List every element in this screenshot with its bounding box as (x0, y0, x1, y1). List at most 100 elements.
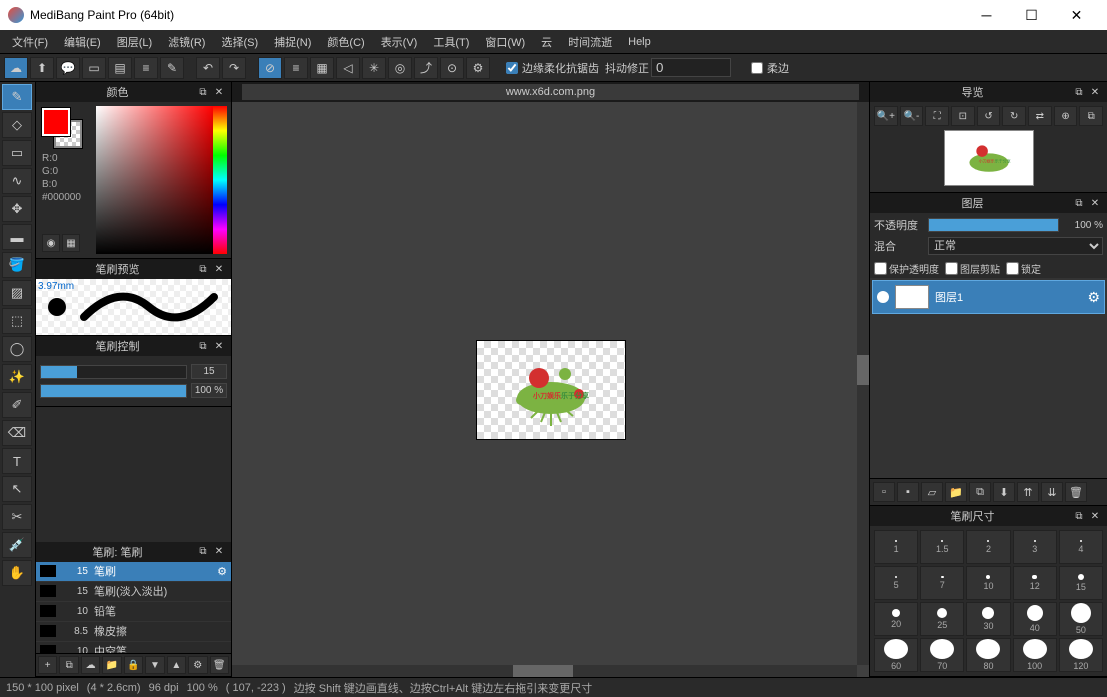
document-tab[interactable]: www.x6d.com.png (242, 84, 859, 100)
menu-cloud[interactable]: 云 (533, 31, 560, 53)
select-pen-tool[interactable]: ✐ (2, 392, 32, 418)
upload-button[interactable]: ⬆ (30, 57, 54, 79)
brush-size-cell[interactable]: 5 (874, 566, 918, 600)
lock-checkbox[interactable]: 锁定 (1006, 261, 1041, 276)
new-layer-button[interactable]: ▫ (873, 482, 895, 502)
brush-size-cell[interactable]: 100 (1013, 638, 1057, 672)
edit-tool-button[interactable]: ✎ (160, 57, 184, 79)
antialias-checkbox[interactable]: 边缘柔化抗锯齿 (506, 60, 599, 76)
new-8bit-layer-button[interactable]: ▱ (921, 482, 943, 502)
brush-add-button[interactable]: + (38, 656, 57, 674)
panel-popout-icon[interactable]: ⧉ (195, 544, 211, 560)
zoom-out-button[interactable]: 🔍- (900, 106, 924, 126)
comment-button[interactable]: 💬 (56, 57, 80, 79)
menu-timelapse[interactable]: 时间流逝 (560, 31, 620, 53)
minimize-button[interactable]: ─ (964, 0, 1009, 30)
brush-size-cell[interactable]: 80 (966, 638, 1010, 672)
cloud-button[interactable]: ☁ (4, 57, 28, 79)
redo-button[interactable]: ↷ (222, 57, 246, 79)
brush-size-cell[interactable]: 50 (1059, 602, 1103, 636)
brush-size-cell[interactable]: 120 (1059, 638, 1103, 672)
color-gradient-picker[interactable] (96, 106, 213, 254)
brush-size-cell[interactable]: 4 (1059, 530, 1103, 564)
menu-select[interactable]: 选择(S) (213, 31, 266, 53)
select-rect-tool[interactable]: ⬚ (2, 308, 32, 334)
maximize-button[interactable]: ☐ (1009, 0, 1054, 30)
canvas-viewport[interactable]: 小刀娱乐 乐于分享 (232, 102, 869, 677)
dot-tool[interactable]: ∿ (2, 168, 32, 194)
shake-correction-input[interactable] (651, 58, 731, 77)
list-button[interactable]: ≡ (134, 57, 158, 79)
foreground-color-swatch[interactable] (42, 108, 70, 136)
layer-visibility-icon[interactable] (877, 291, 889, 303)
menu-view[interactable]: 表示(V) (373, 31, 426, 53)
color-swatches[interactable] (42, 108, 82, 148)
snap-radial-button[interactable]: ✳ (362, 57, 386, 79)
menu-snap[interactable]: 捕捉(N) (266, 31, 319, 53)
brush-size-cell[interactable]: 7 (920, 566, 964, 600)
menu-filter[interactable]: 滤镜(R) (160, 31, 213, 53)
gear-icon[interactable]: ⚙ (217, 565, 227, 578)
brush-opacity-value[interactable]: 100 % (191, 383, 227, 398)
brush-duplicate-button[interactable]: ⧉ (59, 656, 78, 674)
panel-close-icon[interactable]: ✕ (211, 261, 227, 277)
brush-size-cell[interactable]: 70 (920, 638, 964, 672)
brush-list-item[interactable]: 10铅笔 (36, 602, 231, 622)
brush-list-item[interactable]: 15笔刷⚙ (36, 562, 231, 582)
panel-popout-icon[interactable]: ⧉ (1071, 195, 1087, 211)
fill-tool[interactable]: ▬ (2, 224, 32, 250)
brush-size-value[interactable]: 15 (191, 364, 227, 379)
divide-tool[interactable]: ✂ (2, 504, 32, 530)
new-color-layer-button[interactable]: ▪ (897, 482, 919, 502)
brush-size-slider[interactable] (40, 365, 187, 379)
brush-size-cell[interactable]: 40 (1013, 602, 1057, 636)
panel-close-icon[interactable]: ✕ (1087, 508, 1103, 524)
panel-popout-icon[interactable]: ⧉ (195, 338, 211, 354)
brush-cloud-button[interactable]: ☁ (81, 656, 100, 674)
horizontal-scrollbar[interactable] (232, 665, 857, 677)
brush-size-cell[interactable]: 1 (874, 530, 918, 564)
panel-popout-icon[interactable]: ⧉ (1071, 84, 1087, 100)
clipping-checkbox[interactable]: 图层剪贴 (945, 261, 1000, 276)
brush-size-cell[interactable]: 25 (920, 602, 964, 636)
select-eraser-tool[interactable]: ⌫ (2, 420, 32, 446)
snap-settings-button[interactable]: ⚙ (466, 57, 490, 79)
brush-list-item[interactable]: 8.5橡皮擦 (36, 622, 231, 642)
panel-popout-icon[interactable]: ⧉ (195, 261, 211, 277)
merge-layer-button[interactable]: ⬇ (993, 482, 1015, 502)
lasso-tool[interactable]: ◯ (2, 336, 32, 362)
brush-size-cell[interactable]: 30 (966, 602, 1010, 636)
page-button[interactable]: ▤ (108, 57, 132, 79)
panel-close-icon[interactable]: ✕ (1087, 195, 1103, 211)
actual-size-button[interactable]: ⊡ (951, 106, 975, 126)
snap-vanish-button[interactable]: ⊙ (440, 57, 464, 79)
panel-close-icon[interactable]: ✕ (211, 84, 227, 100)
color-wheel-icon[interactable]: ◉ (42, 234, 60, 252)
panel-popout-icon[interactable]: ⧉ (1071, 508, 1087, 524)
menu-help[interactable]: Help (620, 33, 659, 51)
brush-delete-button[interactable]: 🗑 (210, 656, 229, 674)
snap-concentric-button[interactable]: ◎ (388, 57, 412, 79)
operation-tool[interactable]: ↖ (2, 476, 32, 502)
reset-rotation-button[interactable]: ⊕ (1054, 106, 1078, 126)
menu-tool[interactable]: 工具(T) (425, 31, 477, 53)
delete-layer-button[interactable]: 🗑 (1065, 482, 1087, 502)
panel-popout-icon[interactable]: ⧉ (195, 84, 211, 100)
brush-size-cell[interactable]: 3 (1013, 530, 1057, 564)
gradient-tool[interactable]: ▨ (2, 280, 32, 306)
shape-tool[interactable]: ▭ (2, 140, 32, 166)
brush-size-cell[interactable]: 60 (874, 638, 918, 672)
brush-list-item[interactable]: 15笔刷(淡入淡出) (36, 582, 231, 602)
bucket-tool[interactable]: 🪣 (2, 252, 32, 278)
brush-opacity-slider[interactable] (40, 384, 187, 398)
fit-screen-button[interactable]: ⛶ (925, 106, 949, 126)
brush-settings-button[interactable]: ⚙ (188, 656, 207, 674)
rotate-left-button[interactable]: ↺ (977, 106, 1001, 126)
menu-layer[interactable]: 图层(L) (109, 31, 160, 53)
text-tool[interactable]: T (2, 448, 32, 474)
brush-tool[interactable]: ✎ (2, 84, 32, 110)
color-palette-icon[interactable]: ▦ (62, 234, 80, 252)
layer-item[interactable]: 图层1 ⚙ (872, 280, 1105, 314)
layer-down-button[interactable]: ⇊ (1041, 482, 1063, 502)
blend-mode-select[interactable]: 正常 (928, 237, 1103, 255)
